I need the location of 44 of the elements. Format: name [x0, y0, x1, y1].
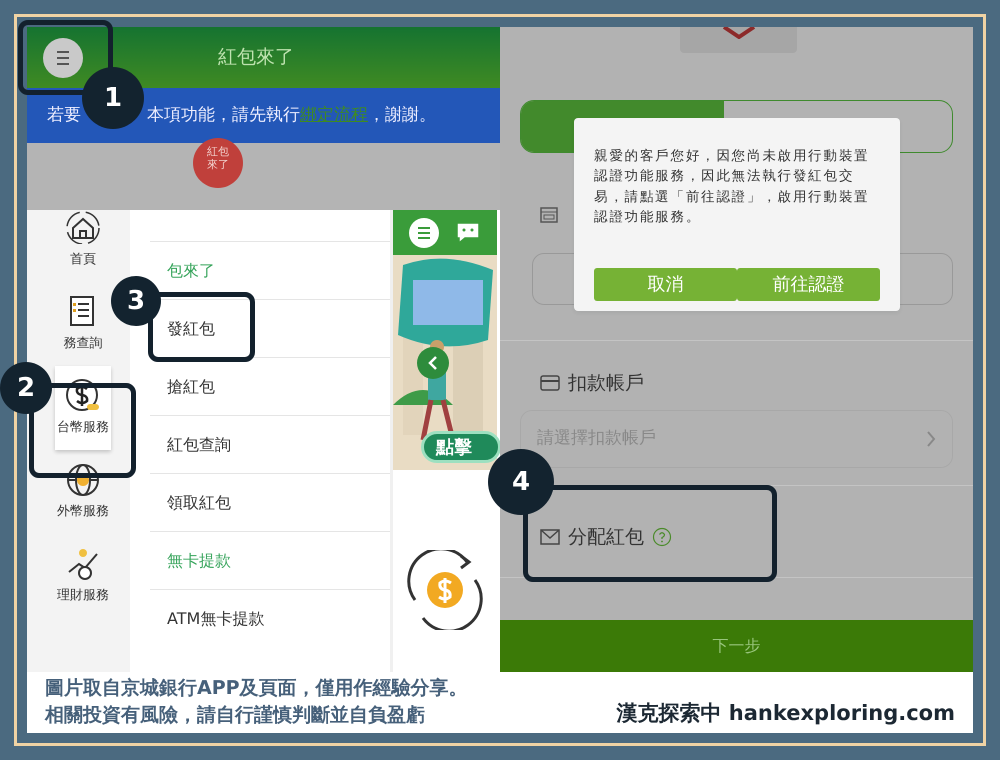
menu-item[interactable]: 領取紅包 [167, 490, 231, 514]
card-icon [540, 375, 560, 392]
section-label: 分配紅包 [568, 525, 644, 550]
menu-icon [417, 226, 431, 238]
calendar-icon [540, 205, 558, 223]
globe-icon [65, 462, 101, 496]
promo-button[interactable]: 點擊 [421, 431, 500, 463]
dialog-message: 親愛的客戶您好，因您尚未啟用行動裝置認證功能服務，因此無法執行發紅包交易，請點選「前往認證」，啟用行動裝置認證功能服務。 [594, 147, 870, 227]
notice-text: 若要 [47, 104, 81, 127]
menu-item[interactable]: 發紅包 [167, 316, 215, 340]
dollar-coin-icon [65, 378, 101, 412]
section-label: 扣款帳戶 [568, 371, 644, 396]
sidebar-label: 台幣服務 [57, 419, 109, 438]
menu-icon [55, 50, 71, 64]
app-title: 紅包來了 [218, 45, 294, 70]
sidebar-item[interactable]: 外幣服務 [55, 450, 111, 534]
chat-icon[interactable] [455, 220, 481, 244]
sidebar-item[interactable]: 首頁 [55, 210, 111, 282]
help-icon[interactable] [652, 527, 672, 548]
envelope-icon [540, 529, 560, 546]
sidebar-label: 外幣服務 [57, 503, 109, 522]
menu-button[interactable] [43, 38, 83, 78]
home-icon [65, 210, 101, 244]
menu-button[interactable] [409, 218, 439, 248]
menu-heading: 無卡提款 [167, 550, 231, 572]
step-number: 2 [0, 362, 52, 414]
menu-item[interactable]: ATM無卡提款 [167, 606, 264, 630]
promo-sticker: 紅包來了 [193, 138, 243, 188]
menu-item[interactable]: 搶紅包 [167, 374, 215, 398]
sidebar-label: 務查詢 [64, 335, 102, 354]
caption-text: 相關投資有風險，請自行謹慎判斷並自負盈虧 [45, 703, 426, 728]
caption-text: 圖片取自京城銀行APP及頁面，僅用作經驗分享。 [45, 676, 468, 701]
chevron-left-icon [427, 355, 439, 371]
sidebar-label: 首頁 [70, 251, 96, 270]
sidebar-item[interactable]: 理財服務 [55, 534, 111, 618]
chevron-right-icon [926, 430, 936, 448]
sidebar-label: 理財服務 [57, 587, 109, 606]
menu-heading: 包來了 [167, 260, 215, 282]
currency-exchange-icon [405, 550, 485, 630]
credit-text: 漢克探索中 hankexploring.com [616, 700, 955, 726]
sidebar-item[interactable]: 務查詢 [55, 282, 111, 366]
sidebar-item[interactable]: 台幣服務 [55, 366, 111, 450]
notice-text: 本項功能，請先執行綁定流程，謝謝。 [147, 104, 436, 127]
menu-item[interactable]: 紅包查詢 [167, 432, 231, 456]
